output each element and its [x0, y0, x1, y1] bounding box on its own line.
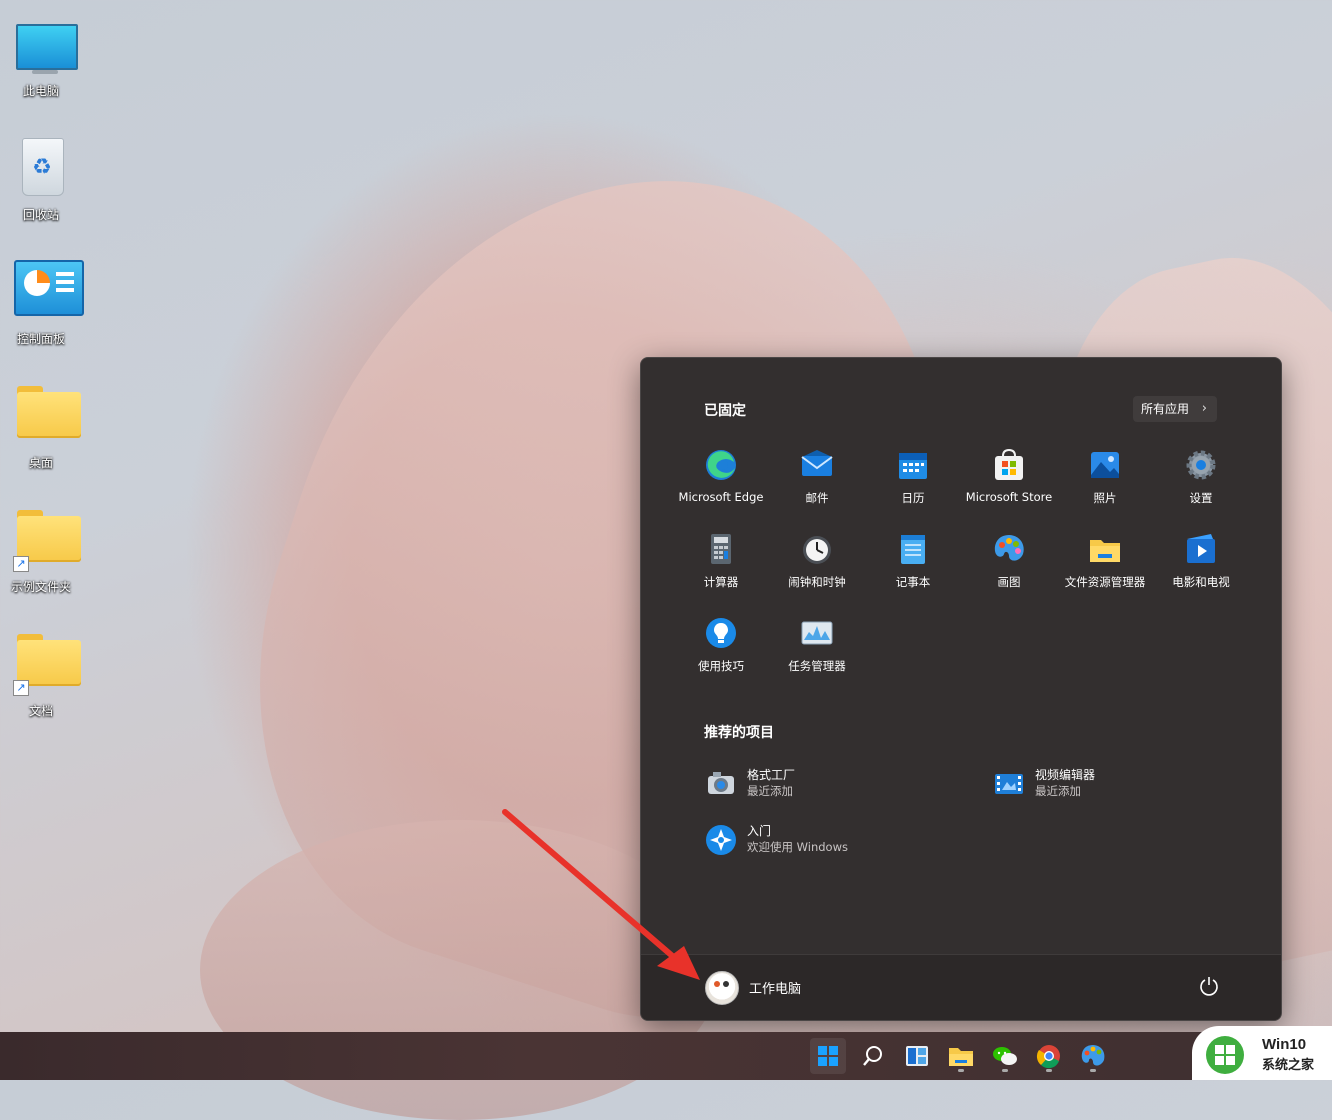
pinned-app-tips[interactable]: 使用技巧: [673, 610, 769, 680]
all-apps-label: 所有应用: [1141, 402, 1190, 416]
desktop-icon-this-pc[interactable]: 此电脑: [0, 10, 82, 99]
recommended-item-video-editor[interactable]: 视频编辑器 最近添加: [987, 762, 1247, 806]
movies-icon: [1184, 532, 1218, 566]
pinned-app-file-explorer[interactable]: 文件资源管理器: [1057, 526, 1153, 596]
photos-icon: [1088, 448, 1122, 482]
tips-icon: [704, 616, 738, 650]
store-icon: [992, 448, 1026, 482]
recommended-item-title: 入门: [747, 824, 772, 838]
pinned-app-label: 记事本: [895, 575, 931, 589]
video-editor-icon: [993, 768, 1025, 800]
clock-icon: [800, 532, 834, 566]
pinned-app-label: 电影和电视: [1172, 575, 1230, 589]
pinned-app-label: Microsoft Store: [965, 490, 1053, 504]
desktop-icon-sample-folder[interactable]: ↗ 示例文件夹: [0, 506, 82, 595]
settings-icon: [1184, 448, 1218, 482]
recommended-item-subtitle: 欢迎使用 Windows: [747, 840, 848, 854]
desktop-icon-label: 回收站: [22, 208, 59, 222]
start-menu: 已固定 所有应用 › Microsoft Edge 邮件 日历 Microsof…: [640, 357, 1282, 1021]
chevron-right-icon: ›: [1201, 401, 1207, 416]
pinned-app-movies[interactable]: 电影和电视: [1153, 526, 1249, 596]
this-pc-icon: [8, 10, 78, 76]
start-menu-footer: 工作电脑: [641, 954, 1281, 1020]
desktop-icon-label: 桌面: [28, 456, 53, 470]
pinned-app-notepad[interactable]: 记事本: [865, 526, 961, 596]
desktop-icon-label: 文档: [28, 704, 53, 718]
pinned-title: 已固定: [704, 403, 746, 419]
recommended-item-get-started[interactable]: 入门 欢迎使用 Windows: [699, 818, 959, 862]
search-icon[interactable]: [855, 1038, 891, 1074]
watermark-line1: Win10: [1262, 1036, 1307, 1053]
pinned-app-clock[interactable]: 闹钟和时钟: [769, 526, 865, 596]
pinned-app-paint[interactable]: 画图: [961, 526, 1057, 596]
edge-icon: [704, 448, 738, 482]
desktop-icon-label: 此电脑: [22, 84, 59, 98]
pinned-app-label: Microsoft Edge: [678, 490, 764, 504]
windows-logo-icon: [1206, 1036, 1244, 1074]
pinned-app-store[interactable]: Microsoft Store: [961, 442, 1057, 512]
folder-shortcut-icon: ↗: [8, 630, 81, 696]
recommended-item-subtitle: 最近添加: [1035, 784, 1081, 798]
watermark-logo: Win10 系统之家: [1192, 1026, 1332, 1080]
folder-shortcut-icon: ↗: [8, 506, 81, 572]
paint-icon: [992, 532, 1026, 566]
format-factory-icon: [705, 768, 737, 800]
desktop-icon-label: 示例文件夹: [10, 580, 71, 594]
desktop-icon-desktop-folder[interactable]: 桌面: [0, 382, 82, 471]
pinned-app-label: 邮件: [805, 491, 829, 505]
recycle-bin-icon: ♻: [8, 134, 74, 200]
pinned-app-mail[interactable]: 邮件: [769, 442, 865, 512]
desktop-icon-label: 控制面板: [16, 332, 65, 346]
desktop-icon-recycle-bin[interactable]: ♻ 回收站: [0, 134, 82, 223]
taskbar: [0, 1032, 1332, 1080]
mail-icon: [800, 448, 834, 482]
widgets-icon[interactable]: [899, 1038, 935, 1074]
pinned-app-label: 照片: [1093, 491, 1117, 505]
control-panel-icon: [8, 258, 84, 324]
user-account-button[interactable]: 工作电脑: [749, 978, 801, 997]
notepad-icon: [896, 532, 930, 566]
recommended-item-title: 格式工厂: [747, 768, 796, 782]
calculator-icon: [704, 532, 738, 566]
recommended-title: 推荐的项目: [704, 725, 774, 741]
pinned-app-label: 计算器: [703, 575, 739, 589]
recommended-item-subtitle: 最近添加: [747, 784, 793, 798]
file-explorer-icon: [1088, 532, 1122, 566]
pinned-app-label: 使用技巧: [698, 659, 744, 673]
pinned-app-label: 闹钟和时钟: [788, 575, 846, 589]
calendar-icon: [896, 448, 930, 482]
pinned-app-photos[interactable]: 照片: [1057, 442, 1153, 512]
pinned-app-label: 画图: [997, 575, 1021, 589]
pinned-app-task-manager[interactable]: 任务管理器: [769, 610, 865, 680]
pinned-app-edge[interactable]: Microsoft Edge: [673, 442, 769, 512]
desktop-icon-control-panel[interactable]: 控制面板: [0, 258, 84, 347]
wechat-icon[interactable]: [987, 1038, 1023, 1074]
pinned-app-calendar[interactable]: 日历: [865, 442, 961, 512]
start-icon[interactable]: [810, 1038, 846, 1074]
recommended-item-title: 视频编辑器: [1035, 768, 1096, 782]
pinned-app-label: 日历: [901, 491, 925, 505]
all-apps-button[interactable]: 所有应用 ›: [1133, 396, 1217, 422]
pinned-app-label: 任务管理器: [788, 659, 846, 673]
paint-icon[interactable]: [1075, 1038, 1111, 1074]
pinned-app-calculator[interactable]: 计算器: [673, 526, 769, 596]
chrome-icon[interactable]: [1031, 1038, 1067, 1074]
desktop-icon-documents[interactable]: ↗ 文档: [0, 630, 82, 719]
folder-icon: [8, 382, 81, 448]
recommended-item-format-factory[interactable]: 格式工厂 最近添加: [699, 762, 959, 806]
watermark-line2: 系统之家: [1262, 1058, 1315, 1073]
pinned-app-label: 设置: [1189, 491, 1213, 505]
avatar[interactable]: [705, 971, 739, 1005]
file-explorer-icon[interactable]: [943, 1038, 979, 1074]
task-manager-icon: [800, 616, 834, 650]
pinned-app-label: 文件资源管理器: [1064, 575, 1146, 589]
power-icon[interactable]: [1197, 975, 1221, 999]
get-started-icon: [705, 824, 737, 856]
pinned-app-settings[interactable]: 设置: [1153, 442, 1249, 512]
